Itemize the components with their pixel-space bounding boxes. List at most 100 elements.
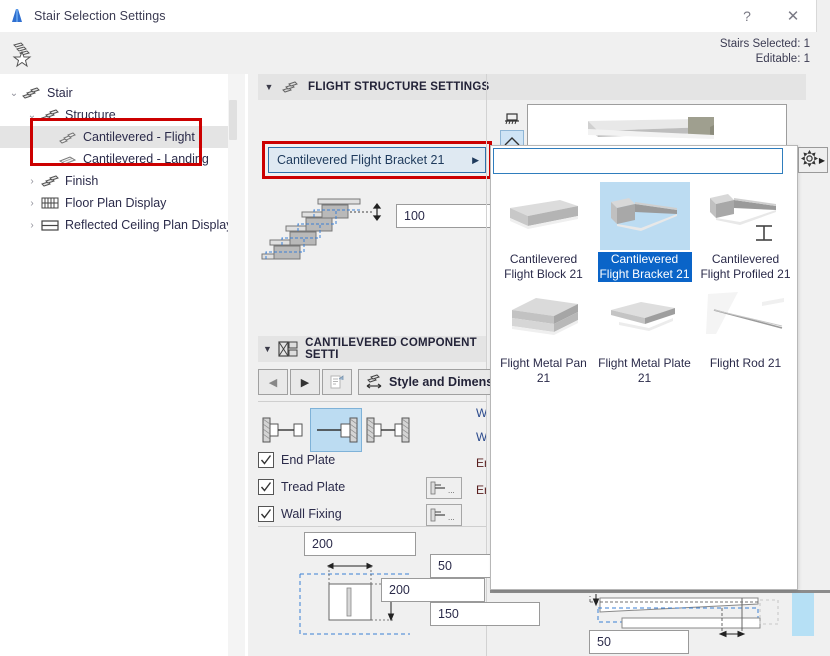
checkbox-row-end-plate[interactable]: End Plate xyxy=(258,452,335,468)
help-button[interactable]: ? xyxy=(724,0,770,32)
plate-thickness-field[interactable]: 50 xyxy=(589,630,689,654)
wall-fixing-settings-icon[interactable]: ... xyxy=(426,504,462,526)
sidebar-item-label: Stair xyxy=(47,86,73,100)
cantilevered-landing-icon xyxy=(58,151,78,167)
stair-icon xyxy=(22,85,42,101)
picker-item-label: Flight Metal Pan 21 xyxy=(500,356,587,385)
settings-tree: ⌄ Stair ⌄ Structure Cantilevered - Flight Can… xyxy=(0,74,232,656)
structure-type-combo[interactable]: Cantilevered Flight Bracket 21 ▶ xyxy=(268,147,486,173)
sidebar-item-finish[interactable]: › Finish xyxy=(0,170,228,192)
picker-item-cantilevered-flight-profiled-21[interactable]: Cantilevered Flight Profiled 21 xyxy=(697,178,794,282)
chevron-right-icon[interactable]: › xyxy=(24,220,40,231)
structure-type-value: Cantilevered Flight Bracket 21 xyxy=(277,153,445,167)
window-title: Stair Selection Settings xyxy=(34,9,166,23)
prev-arrow-icon: ◀ xyxy=(268,376,278,389)
gear-dropdown-arrow[interactable]: ▶ xyxy=(819,156,825,165)
favorites-star-icon[interactable] xyxy=(9,38,39,68)
picker-item-flight-metal-plate-21[interactable]: Flight Metal Plate 21 xyxy=(596,282,693,386)
checkbox-row-tread-plate[interactable]: Tread Plate xyxy=(258,479,345,495)
flight-rod-thumb xyxy=(701,286,791,354)
picker-item-label: Cantilevered Flight Bracket 21 xyxy=(597,252,692,282)
bracket-height-field[interactable]: 200 xyxy=(381,578,485,602)
bracket-width-value: 200 xyxy=(312,537,333,551)
titlebar-edge xyxy=(816,0,830,32)
structure-icon xyxy=(40,107,60,123)
tree-scrollbar[interactable] xyxy=(228,74,245,656)
truncated-label-2: W xyxy=(476,430,486,444)
chevron-down-icon-2[interactable]: ▼ xyxy=(258,344,277,354)
checkbox-row-wall-fixing[interactable]: Wall Fixing xyxy=(258,506,342,522)
tree-list: ⌄ Stair ⌄ Structure Cantilevered - Flight Can… xyxy=(0,74,232,236)
selection-info: Stairs Selected: 1 Editable: 1 xyxy=(720,37,810,67)
bracket-both-ends-icon[interactable] xyxy=(258,408,310,452)
sidebar-item-stair[interactable]: ⌄ Stair xyxy=(0,82,228,104)
style-dimensions-icon xyxy=(365,373,383,392)
chevron-down-icon[interactable]: ⌄ xyxy=(6,88,22,99)
style-and-dimensions-button[interactable]: Style and Dimensions. xyxy=(358,369,504,395)
truncated-label-1: W xyxy=(476,406,486,420)
stair-app-icon xyxy=(9,8,25,24)
sidebar-item-label: Structure xyxy=(65,108,116,122)
picker-item-cantilevered-flight-block-21[interactable]: Cantilevered Flight Block 21 xyxy=(495,178,592,282)
flight-structure-section-header[interactable]: ▼ FLIGHT STRUCTURE SETTINGS xyxy=(258,74,806,100)
bracket-depth-value: 150 xyxy=(438,607,459,621)
checkbox-label: End Plate xyxy=(281,453,336,467)
bracket-depth-field[interactable]: 150 xyxy=(430,602,540,626)
sidebar-item-structure[interactable]: ⌄ Structure xyxy=(0,104,228,126)
flight-metal-plate-thumb xyxy=(600,286,690,354)
chevron-right-icon[interactable]: › xyxy=(24,198,40,209)
bracket-width-field[interactable]: 200 xyxy=(304,532,416,556)
floor-plan-display-icon xyxy=(40,195,60,211)
cantilevered-flight-icon xyxy=(58,129,78,145)
sidebar-item-reflected-ceiling-plan-display[interactable]: › Reflected Ceiling Plan Display xyxy=(0,214,232,236)
3d-view-icon[interactable] xyxy=(500,108,524,130)
picker-item-label: Cantilevered Flight Block 21 xyxy=(504,252,583,281)
svg-text:...: ... xyxy=(448,513,455,522)
prev-component-button[interactable]: ◀ xyxy=(258,369,288,395)
sidebar-item-label: Floor Plan Display xyxy=(65,196,167,210)
flight-block-thumb xyxy=(499,182,589,250)
checkbox-end-plate[interactable] xyxy=(258,452,274,468)
picker-item-flight-metal-pan-21[interactable]: Flight Metal Pan 21 xyxy=(495,282,592,386)
picker-item-label: Flight Rod 21 xyxy=(709,356,782,370)
window-buttons: ? ✕ xyxy=(724,0,816,32)
bracket-spanning-icon[interactable] xyxy=(362,408,414,452)
svg-text:...: ... xyxy=(448,486,455,495)
search-input[interactable] xyxy=(493,148,783,174)
next-component-button[interactable]: ▶ xyxy=(290,369,320,395)
edit-document-icon[interactable] xyxy=(322,369,352,395)
horizontal-scrollbar-thumb[interactable] xyxy=(792,593,814,636)
flight-profiled-thumb xyxy=(701,182,791,250)
sidebar-item-cantilevered-flight[interactable]: Cantilevered - Flight xyxy=(0,126,228,148)
sidebar-item-floor-plan-display[interactable]: › Floor Plan Display xyxy=(0,192,228,214)
checkbox-label: Wall Fixing xyxy=(281,507,342,521)
sidebar-item-label: Finish xyxy=(65,174,99,188)
chevron-down-icon[interactable]: ▼ xyxy=(258,82,280,92)
checkbox-wall-fixing[interactable] xyxy=(258,506,274,522)
section-title: FLIGHT STRUCTURE SETTINGS xyxy=(308,81,490,93)
bracket-right-fixed-icon[interactable] xyxy=(310,408,362,452)
close-button[interactable]: ✕ xyxy=(770,0,816,32)
flight-bracket-thumb xyxy=(599,182,690,250)
favorites-toolbar: Stairs Selected: 1 Editable: 1 xyxy=(0,32,830,74)
sidebar-item-cantilevered-landing[interactable]: Cantilevered - Landing xyxy=(0,148,228,170)
tree-scrollbar-thumb[interactable] xyxy=(229,100,237,140)
component-settings-icon xyxy=(277,340,299,358)
sidebar-item-label: Reflected Ceiling Plan Display xyxy=(65,218,233,232)
finish-icon xyxy=(40,173,60,189)
editable-label: Editable: 1 xyxy=(755,53,810,65)
checkbox-tread-plate[interactable] xyxy=(258,479,274,495)
stairs-selected-label: Stairs Selected: 1 xyxy=(719,38,810,50)
structure-picker-popup: Cantilevered Flight Block 21 Cantilevered… xyxy=(490,145,798,590)
chevron-right-icon[interactable]: › xyxy=(24,176,40,187)
tread-plate-settings-icon[interactable]: ... xyxy=(426,477,462,499)
chevron-down-icon[interactable]: ⌄ xyxy=(24,110,40,121)
picker-item-flight-rod-21[interactable]: Flight Rod 21 xyxy=(697,282,794,386)
picker-item-cantilevered-flight-bracket-21[interactable]: Cantilevered Flight Bracket 21 xyxy=(596,178,693,282)
chevron-right-icon[interactable]: ▶ xyxy=(472,155,479,166)
truncated-label-3: En xyxy=(476,456,486,470)
picker-settings-button[interactable]: ▶ xyxy=(798,147,828,173)
component-settings-section-header[interactable]: ▼ CANTILEVERED COMPONENT SETTI xyxy=(258,336,486,362)
picker-item-label: Flight Metal Plate 21 xyxy=(598,356,691,385)
riser-offset-value: 100 xyxy=(404,209,425,223)
